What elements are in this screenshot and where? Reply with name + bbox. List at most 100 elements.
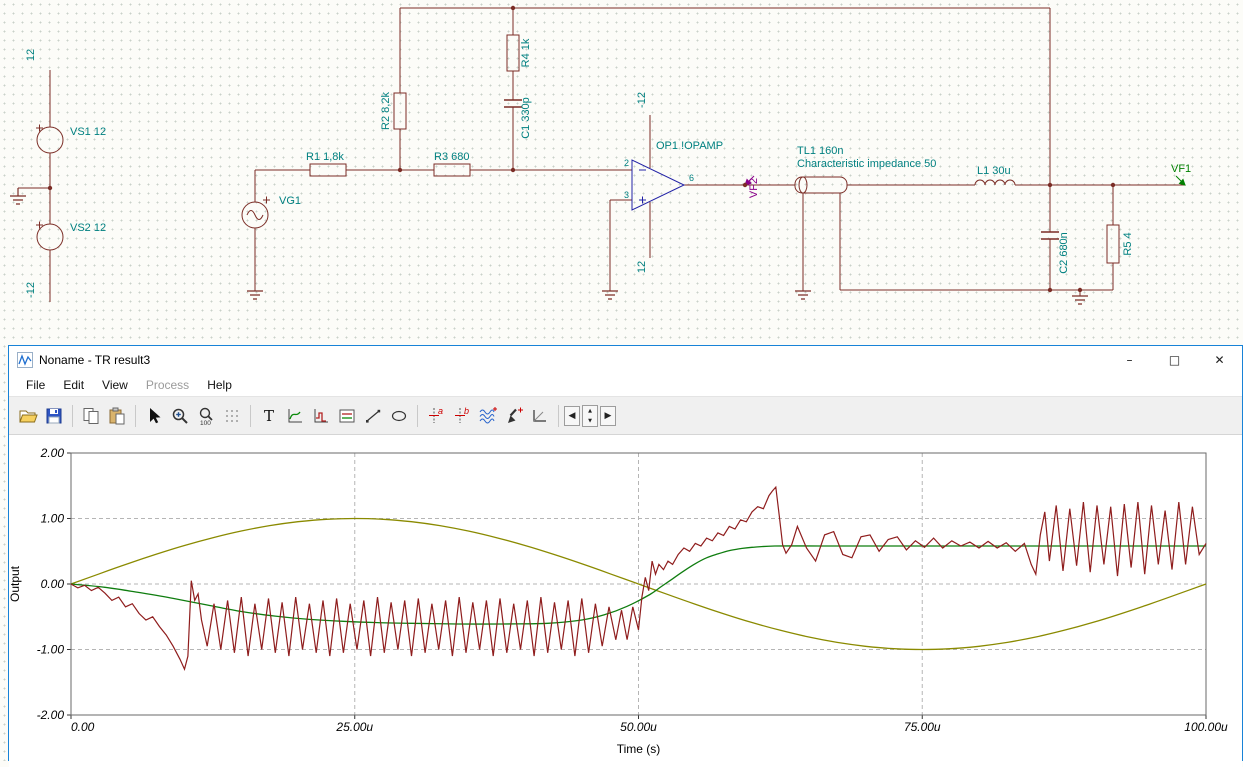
axes-curve-icon	[288, 408, 302, 422]
corner-tool-button[interactable]	[527, 403, 553, 429]
y-tick-label: 2.00	[40, 446, 65, 460]
signal-waves-icon	[479, 406, 497, 423]
zoom-in-button[interactable]	[167, 403, 193, 429]
left-arrow-icon: ◀	[568, 410, 576, 421]
ground-icon[interactable]	[795, 290, 811, 300]
open-button[interactable]	[15, 403, 41, 429]
curve-darkred-output[interactable]	[70, 485, 1207, 671]
schematic-svg[interactable]: 12 -12 VS1 12 VS2 12 VG1 R1 1,8k R2 8,2k…	[0, 0, 1243, 345]
curve-spinner[interactable]: ▲ ▼	[582, 404, 598, 427]
generator-vg1[interactable]	[241, 196, 270, 229]
c1-label[interactable]: C1 330p	[520, 97, 532, 139]
menubar: File Edit View Process Help	[9, 374, 1242, 396]
voltage-pin-vf1[interactable]	[1175, 175, 1186, 186]
toolbar-separator	[558, 404, 559, 427]
zoom-100-button[interactable]: 100	[193, 403, 219, 429]
copy-button[interactable]	[78, 403, 104, 429]
vs2-label[interactable]: VS2 12	[70, 222, 106, 234]
cursor-a-button[interactable]: a	[423, 403, 449, 429]
maximize-button[interactable]: □	[1152, 346, 1197, 374]
curve-green-response[interactable]	[70, 545, 1206, 625]
opamp-label[interactable]: OP1 !OPAMP	[656, 140, 723, 152]
close-button[interactable]: ✕	[1197, 346, 1242, 374]
r1-label[interactable]: R1 1,8k	[306, 151, 344, 163]
opamp-pin3-number: 3	[624, 190, 629, 200]
toolbar-separator	[250, 404, 251, 427]
resistor-r2[interactable]	[393, 92, 407, 130]
capacitor-c2[interactable]	[1041, 231, 1059, 240]
x-tick-label: 25.00u	[335, 720, 373, 734]
result-chart-svg[interactable]: -2.00 -1.00 0.00 1.00 2.00 0.00 25.00u 50.00u 75…	[8, 435, 1242, 762]
ellipse-tool-button[interactable]	[386, 403, 412, 429]
rail-bottom-label[interactable]: -12	[25, 282, 37, 298]
ground-icon[interactable]	[247, 290, 263, 300]
x-tick-label: 100.00u	[1184, 720, 1228, 734]
ground-icon[interactable]	[602, 290, 618, 300]
resistor-r1[interactable]	[309, 163, 347, 177]
c2-label[interactable]: C2 680n	[1058, 232, 1070, 274]
window-title: Noname - TR result3	[39, 353, 151, 367]
ground-icon[interactable]	[1072, 295, 1088, 305]
text-tool-button[interactable]: T	[256, 403, 282, 429]
vf1-label[interactable]: VF1	[1171, 163, 1191, 175]
ground-symbols[interactable]	[10, 188, 1088, 305]
schematic-canvas[interactable]: 12 -12 VS1 12 VS2 12 VG1 R1 1,8k R2 8,2k…	[0, 0, 1243, 767]
window-controls: – □ ✕	[1107, 346, 1242, 374]
minimize-button[interactable]: –	[1107, 346, 1152, 374]
grid-toggle-button[interactable]	[219, 403, 245, 429]
diagram-curve-tool-button[interactable]	[282, 403, 308, 429]
ground-icon[interactable]	[10, 188, 26, 205]
paste-button[interactable]	[104, 403, 130, 429]
text-tool-icon: T	[264, 407, 274, 425]
y-tick-label: -1.00	[37, 643, 65, 657]
cursor-b-glyph: b	[464, 406, 469, 416]
resistor-r5[interactable]	[1106, 224, 1120, 264]
r4-label[interactable]: R4 1k	[520, 38, 532, 67]
spin-up-icon[interactable]: ▲	[583, 406, 597, 416]
vg1-label[interactable]: VG1	[279, 195, 301, 207]
r2-label[interactable]: R2 8,2k	[380, 92, 392, 130]
select-cursor-button[interactable]	[141, 403, 167, 429]
opamp-bottom-rail-label[interactable]: 12	[636, 261, 648, 273]
menu-edit[interactable]: Edit	[54, 378, 93, 392]
legend-tool-button[interactable]	[334, 403, 360, 429]
spin-down-icon[interactable]: ▼	[583, 416, 597, 426]
copy-icon	[83, 407, 99, 424]
menu-help[interactable]: Help	[198, 378, 241, 392]
tl1-label[interactable]: TL1 160n	[797, 145, 843, 157]
source-vs1[interactable]	[36, 124, 64, 154]
prev-curve-button[interactable]: ◀	[564, 405, 580, 426]
next-curve-button[interactable]: ▶	[600, 405, 616, 426]
menu-view[interactable]: View	[93, 378, 137, 392]
signal-waves-tool-button[interactable]	[475, 403, 501, 429]
inductor-l1[interactable]	[974, 179, 1016, 186]
cursor-b-button[interactable]: b	[449, 403, 475, 429]
vs1-label[interactable]: VS1 12	[70, 126, 106, 138]
r5-label[interactable]: R5 4	[1122, 232, 1134, 255]
resistor-r4[interactable]	[506, 34, 520, 72]
tl1-desc-label[interactable]: Characteristic impedance 50	[797, 158, 936, 170]
menu-file[interactable]: File	[17, 378, 54, 392]
pen-tool-button[interactable]	[501, 403, 527, 429]
r3-label[interactable]: R3 680	[434, 151, 469, 163]
titlebar[interactable]: Noname - TR result3 – □ ✕	[9, 346, 1242, 374]
opamp-op1[interactable]	[631, 159, 686, 211]
resistor-r3[interactable]	[433, 163, 471, 177]
save-button[interactable]	[41, 403, 67, 429]
menu-process[interactable]: Process	[137, 378, 198, 392]
wires[interactable]	[18, 7, 1185, 302]
rail-top-label[interactable]: 12	[25, 49, 37, 61]
source-vs2[interactable]	[36, 221, 64, 251]
vf2-label[interactable]: VF2	[748, 178, 760, 198]
transmission-line-tl1[interactable]	[794, 176, 848, 194]
l1-label[interactable]: L1 30u	[977, 165, 1011, 177]
toolbar-separator	[417, 404, 418, 427]
diagram-step-tool-button[interactable]	[308, 403, 334, 429]
line-tool-icon	[366, 409, 381, 423]
line-tool-button[interactable]	[360, 403, 386, 429]
app-waveform-icon	[17, 352, 33, 368]
cursor-a-glyph: a	[438, 406, 443, 416]
x-tick-label: 50.00u	[620, 720, 657, 734]
right-arrow-icon: ▶	[604, 410, 612, 421]
opamp-top-rail-label[interactable]: -12	[636, 92, 648, 108]
